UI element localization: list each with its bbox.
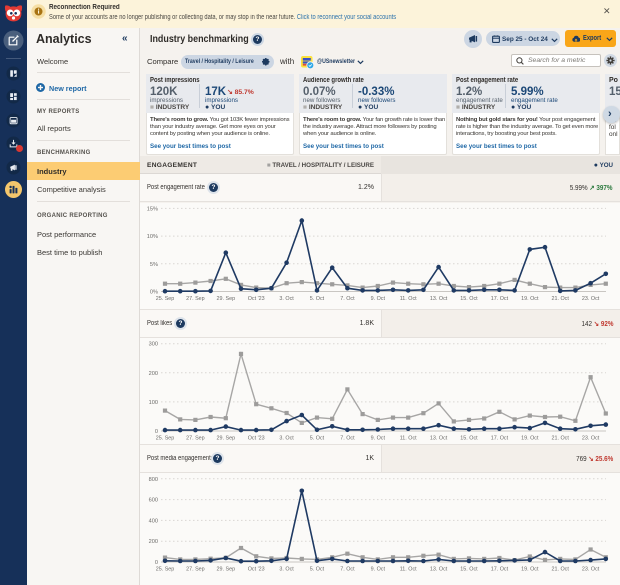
- svg-text:25. Sep: 25. Sep: [156, 567, 175, 573]
- svg-text:19. Oct: 19. Oct: [521, 436, 539, 442]
- svg-text:23. Oct: 23. Oct: [582, 436, 600, 442]
- svg-text:13. Oct: 13. Oct: [430, 567, 448, 573]
- svg-text:21. Oct: 21. Oct: [552, 567, 570, 573]
- svg-text:5%: 5%: [150, 262, 158, 268]
- svg-text:17. Oct: 17. Oct: [491, 436, 509, 442]
- svg-text:100: 100: [149, 400, 158, 406]
- svg-text:21. Oct: 21. Oct: [552, 436, 570, 442]
- svg-text:3. Oct: 3. Oct: [279, 436, 294, 442]
- svg-text:9. Oct: 9. Oct: [371, 567, 386, 573]
- svg-text:200: 200: [149, 371, 158, 377]
- svg-text:0%: 0%: [150, 290, 158, 296]
- svg-text:400: 400: [149, 518, 158, 524]
- svg-text:15%: 15%: [147, 206, 158, 212]
- svg-text:7. Oct: 7. Oct: [340, 296, 355, 302]
- svg-text:7. Oct: 7. Oct: [340, 567, 355, 573]
- svg-text:5. Oct: 5. Oct: [310, 296, 325, 302]
- svg-text:9. Oct: 9. Oct: [371, 436, 386, 442]
- svg-text:15. Oct: 15. Oct: [460, 436, 478, 442]
- svg-text:13. Oct: 13. Oct: [430, 296, 448, 302]
- svg-text:Oct '23: Oct '23: [248, 436, 265, 442]
- svg-text:5. Oct: 5. Oct: [310, 567, 325, 573]
- svg-text:0: 0: [155, 560, 158, 566]
- svg-text:10%: 10%: [147, 234, 158, 240]
- svg-text:29. Sep: 29. Sep: [217, 296, 236, 302]
- svg-text:25. Sep: 25. Sep: [156, 296, 175, 302]
- svg-text:21. Oct: 21. Oct: [552, 296, 570, 302]
- svg-text:300: 300: [149, 342, 158, 348]
- svg-text:0: 0: [155, 429, 158, 435]
- svg-text:23. Oct: 23. Oct: [582, 296, 600, 302]
- svg-text:15. Oct: 15. Oct: [460, 296, 478, 302]
- svg-text:25. Sep: 25. Sep: [156, 436, 175, 442]
- svg-text:29. Sep: 29. Sep: [217, 567, 236, 573]
- svg-text:13. Oct: 13. Oct: [430, 436, 448, 442]
- svg-text:17. Oct: 17. Oct: [491, 567, 509, 573]
- svg-text:27. Sep: 27. Sep: [186, 567, 205, 573]
- svg-text:11. Oct: 11. Oct: [400, 296, 417, 302]
- svg-text:17. Oct: 17. Oct: [491, 296, 509, 302]
- svg-text:5. Oct: 5. Oct: [310, 436, 325, 442]
- svg-text:3. Oct: 3. Oct: [279, 567, 294, 573]
- svg-text:9. Oct: 9. Oct: [371, 296, 386, 302]
- svg-text:19. Oct: 19. Oct: [521, 567, 539, 573]
- svg-text:Oct '23: Oct '23: [248, 567, 265, 573]
- svg-text:800: 800: [149, 477, 158, 483]
- svg-text:29. Sep: 29. Sep: [217, 436, 236, 442]
- svg-text:27. Sep: 27. Sep: [186, 296, 205, 302]
- svg-text:Oct '23: Oct '23: [248, 296, 265, 302]
- svg-text:3. Oct: 3. Oct: [279, 296, 294, 302]
- svg-text:15. Oct: 15. Oct: [460, 567, 478, 573]
- svg-text:11. Oct: 11. Oct: [400, 436, 417, 442]
- svg-text:7. Oct: 7. Oct: [340, 436, 355, 442]
- svg-text:200: 200: [149, 539, 158, 545]
- svg-text:11. Oct: 11. Oct: [400, 567, 417, 573]
- svg-text:600: 600: [149, 498, 158, 504]
- svg-text:27. Sep: 27. Sep: [186, 436, 205, 442]
- svg-text:19. Oct: 19. Oct: [521, 296, 539, 302]
- svg-text:23. Oct: 23. Oct: [582, 567, 600, 573]
